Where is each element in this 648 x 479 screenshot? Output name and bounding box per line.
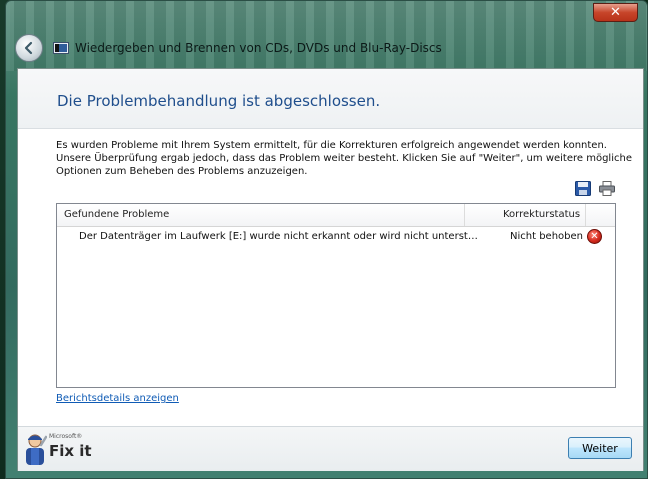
back-button[interactable] [15,34,43,62]
page-title: Die Problembehandlung ist abgeschlossen. [57,92,381,110]
window-frame: ✕ Wiedergeben und Brennen von CDs, DVDs … [5,0,648,479]
print-icon[interactable] [599,181,615,196]
footer-bar: Microsoft® Fix it Weiter [18,426,643,471]
list-header: Gefundene Probleme Korrekturstatus [57,204,615,227]
problem-cell: Der Datenträger im Laufwerk [E:] wurde n… [79,231,478,242]
column-divider[interactable] [585,204,586,226]
wizard-content: Die Problembehandlung ist abgeschlossen.… [17,68,644,471]
logo-fixit: Fix it [49,442,92,460]
mechanic-icon [26,434,47,465]
header-band: Die Problembehandlung ist abgeschlossen. [18,69,643,129]
titlebar-glass [6,1,647,71]
title-bar: Wiedergeben und Brennen von CDs, DVDs un… [53,39,442,57]
column-header-status[interactable]: Korrekturstatus [503,209,580,220]
media-app-icon [53,42,69,54]
description-line: Unsere Überprüfung ergab jedoch, dass da… [56,153,632,164]
error-icon: ✕ [587,229,602,244]
problems-list: Gefundene Probleme Korrekturstatus Der D… [56,203,616,388]
next-button[interactable]: Weiter [568,437,632,459]
description-text: Es wurden Probleme mit Ihrem System ermi… [56,139,632,178]
logo-microsoft: Microsoft® [49,433,83,440]
close-button[interactable]: ✕ [593,3,638,22]
report-details-link[interactable]: Berichtsdetails anzeigen [56,393,179,404]
toolbar [575,181,615,196]
window-title: Wiedergeben und Brennen von CDs, DVDs un… [75,41,442,55]
status-cell: Nicht behoben [510,231,583,242]
description-line: Optionen zum Beheben des Problems anzuze… [56,166,308,177]
table-row[interactable]: Der Datenträger im Laufwerk [E:] wurde n… [57,228,615,246]
close-icon: ✕ [610,5,621,20]
description-line: Es wurden Probleme mit Ihrem System ermi… [56,140,607,151]
column-divider[interactable] [464,204,465,226]
fixit-logo: Microsoft® Fix it [23,431,103,469]
save-icon[interactable] [575,181,591,196]
back-arrow-icon [24,41,33,55]
column-header-problems[interactable]: Gefundene Probleme [64,209,169,220]
